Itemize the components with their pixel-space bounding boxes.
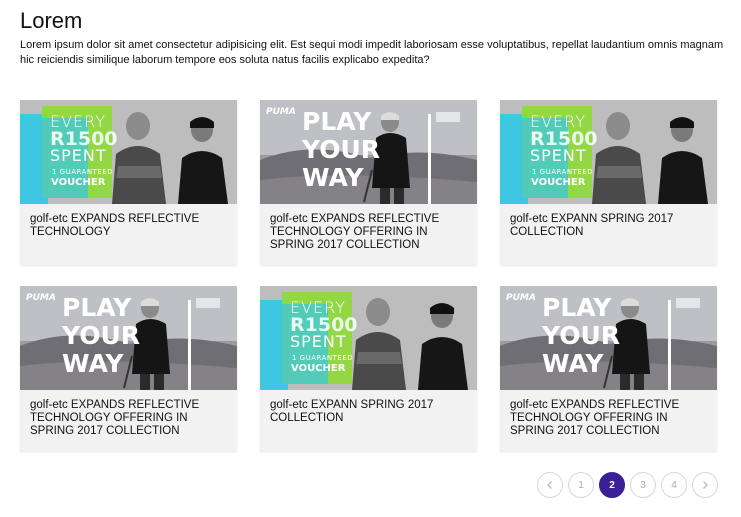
promo-line-4: 1 GUARANTEED <box>292 354 354 362</box>
page-button[interactable]: 4 <box>661 472 687 498</box>
card-title[interactable]: golf-etc EXPANN SPRING 2017 COLLECTION <box>500 204 717 239</box>
card-title[interactable]: golf-etc EXPANDS REFLECTIVE TECHNOLOGY O… <box>260 204 477 252</box>
puma-logo: PUMA <box>506 293 536 303</box>
promo-line-3: SPENT <box>50 146 107 165</box>
card-title[interactable]: golf-etc EXPANN SPRING 2017 COLLECTION <box>260 390 477 425</box>
promo-line-4: 1 GUARANTEED <box>52 168 114 176</box>
play-word-1: PLAY <box>302 107 372 136</box>
promo-line-5: VOUCHER <box>531 177 586 188</box>
news-card[interactable]: PUMA PLAY YOUR WAY golf-etc EXPANDS REFL… <box>500 286 717 451</box>
promo-line-4: 1 GUARANTEED <box>532 168 594 176</box>
news-card[interactable]: EVERY R1500 SPENT 1 GUARANTEED VOUCHER g… <box>260 286 477 451</box>
play-banner-image[interactable]: PUMA PLAY YOUR WAY <box>20 286 237 390</box>
pagination-next-button[interactable] <box>692 472 718 498</box>
promo-banner-image[interactable]: EVERY R1500 SPENT 1 GUARANTEED VOUCHER <box>20 100 237 204</box>
chevron-left-icon <box>547 481 552 489</box>
promo-line-5: VOUCHER <box>291 363 346 374</box>
play-word-3: WAY <box>302 163 364 192</box>
promo-line-3: SPENT <box>290 332 347 351</box>
news-card[interactable]: EVERY R1500 SPENT 1 GUARANTEED VOUCHER g… <box>20 100 237 265</box>
play-word-1: PLAY <box>62 293 132 322</box>
play-word-3: WAY <box>62 349 124 378</box>
promo-banner-image[interactable]: EVERY R1500 SPENT 1 GUARANTEED VOUCHER <box>500 100 717 204</box>
promo-line-3: SPENT <box>530 146 587 165</box>
intro-text: Lorem ipsum dolor sit amet consectetur a… <box>20 39 724 66</box>
page-button[interactable]: 1 <box>568 472 594 498</box>
news-card[interactable]: PUMA PLAY YOUR WAY golf-etc EXPANDS REFL… <box>260 100 477 265</box>
puma-logo: PUMA <box>266 107 296 117</box>
page-title: Lorem <box>20 8 83 33</box>
chevron-right-icon <box>703 481 708 489</box>
play-word-2: YOUR <box>302 135 381 164</box>
play-word-2: YOUR <box>62 321 141 350</box>
promo-banner-image[interactable]: EVERY R1500 SPENT 1 GUARANTEED VOUCHER <box>260 286 477 390</box>
puma-logo: PUMA <box>26 293 56 303</box>
play-word-2: YOUR <box>542 321 621 350</box>
play-word-1: PLAY <box>542 293 612 322</box>
news-card[interactable]: EVERY R1500 SPENT 1 GUARANTEED VOUCHER g… <box>500 100 717 265</box>
play-word-3: WAY <box>542 349 604 378</box>
card-title[interactable]: golf-etc EXPANDS REFLECTIVE TECHNOLOGY O… <box>500 390 717 438</box>
play-banner-image[interactable]: PUMA PLAY YOUR WAY <box>500 286 717 390</box>
news-grid: EVERY R1500 SPENT 1 GUARANTEED VOUCHER g… <box>20 100 717 451</box>
news-card[interactable]: PUMA PLAY YOUR WAY golf-etc EXPANDS REFL… <box>20 286 237 451</box>
card-title[interactable]: golf-etc EXPANDS REFLECTIVE TECHNOLOGY <box>20 204 237 239</box>
page-button[interactable]: 2 <box>599 472 625 498</box>
promo-line-5: VOUCHER <box>51 177 106 188</box>
play-banner-image[interactable]: PUMA PLAY YOUR WAY <box>260 100 477 204</box>
pagination-prev-button[interactable] <box>537 472 563 498</box>
pagination: 1 2 3 4 <box>537 472 718 498</box>
card-title[interactable]: golf-etc EXPANDS REFLECTIVE TECHNOLOGY O… <box>20 390 237 438</box>
page-button[interactable]: 3 <box>630 472 656 498</box>
